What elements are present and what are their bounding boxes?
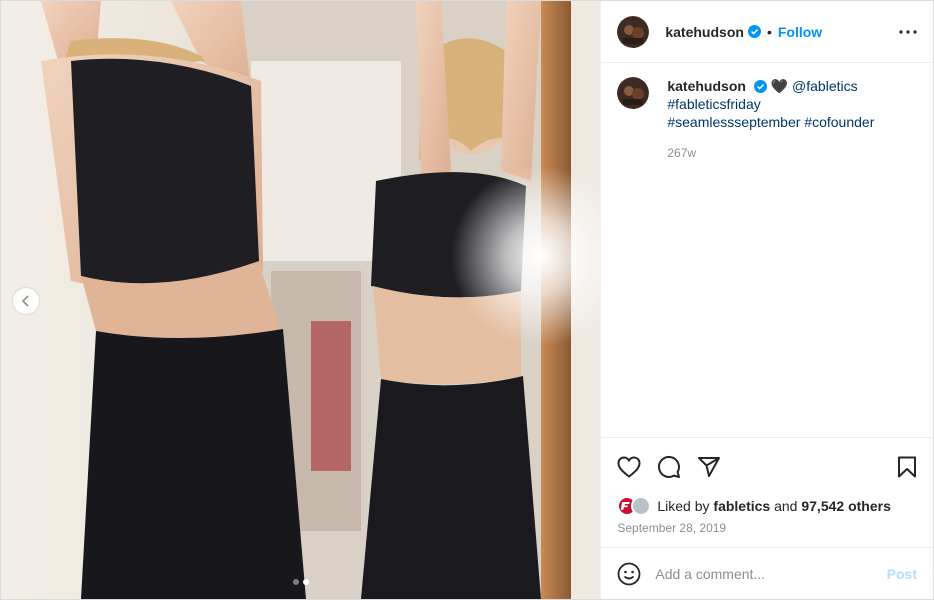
caption-emoji: 🖤	[770, 78, 789, 94]
avatar[interactable]	[617, 15, 650, 48]
carousel-dot	[292, 579, 299, 585]
comment-input[interactable]	[655, 565, 887, 582]
like-avatars	[617, 496, 652, 516]
likes-text: Liked by fabletics and 97,542 others	[657, 498, 891, 514]
post-date[interactable]: September 28, 2019	[601, 517, 933, 541]
post-sidebar: katehudson • Follow katehudson 🖤 @fablet…	[600, 1, 933, 599]
carousel-indicator	[1, 579, 600, 585]
post-comment-button[interactable]: Post	[887, 566, 917, 582]
chevron-left-icon	[21, 295, 29, 307]
avatar-image	[617, 77, 650, 109]
verified-badge-icon	[747, 25, 761, 38]
likes-joiner: and	[774, 498, 798, 514]
likes-user-link[interactable]: fabletics	[713, 498, 770, 514]
carousel-prev-button[interactable]	[13, 288, 39, 314]
emoji-icon[interactable]	[617, 562, 641, 586]
post-header: katehudson • Follow	[601, 1, 933, 63]
mention-link[interactable]: @fabletics	[792, 78, 858, 94]
caption-text: katehudson 🖤 @fabletics #fableticsfriday…	[667, 77, 874, 162]
comment-icon[interactable]	[657, 455, 681, 479]
post-photo	[1, 1, 601, 599]
avatar[interactable]	[631, 496, 652, 516]
carousel-dot-active	[302, 579, 309, 585]
caption-avatar[interactable]	[617, 77, 650, 109]
follow-button[interactable]: Follow	[778, 24, 822, 40]
likes-summary: Liked by fabletics and 97,542 others	[601, 495, 933, 517]
more-options-icon[interactable]	[899, 29, 917, 34]
action-bar	[601, 437, 933, 495]
bookmark-icon[interactable]	[897, 456, 917, 478]
post-media	[1, 1, 601, 599]
verified-badge-icon	[753, 80, 767, 93]
caption: katehudson 🖤 @fabletics #fableticsfriday…	[617, 77, 917, 162]
caption-username[interactable]: katehudson	[667, 78, 746, 94]
hashtag-link[interactable]: #seamlessseptember #cofounder	[667, 113, 874, 131]
likes-prefix: Liked by	[657, 498, 710, 514]
heart-icon[interactable]	[617, 455, 641, 478]
hashtag-link[interactable]: #fableticsfriday	[667, 95, 874, 113]
likes-others-link[interactable]: 97,542 others	[801, 498, 891, 514]
header-username[interactable]: katehudson	[665, 24, 744, 40]
caption-age[interactable]: 267w	[667, 144, 874, 162]
comment-bar: Post	[601, 547, 933, 599]
share-icon[interactable]	[697, 456, 721, 478]
header-separator: •	[766, 23, 772, 40]
caption-area: katehudson 🖤 @fabletics #fableticsfriday…	[601, 63, 933, 437]
avatar-image	[617, 15, 650, 48]
post-dialog: katehudson • Follow katehudson 🖤 @fablet…	[0, 0, 934, 600]
